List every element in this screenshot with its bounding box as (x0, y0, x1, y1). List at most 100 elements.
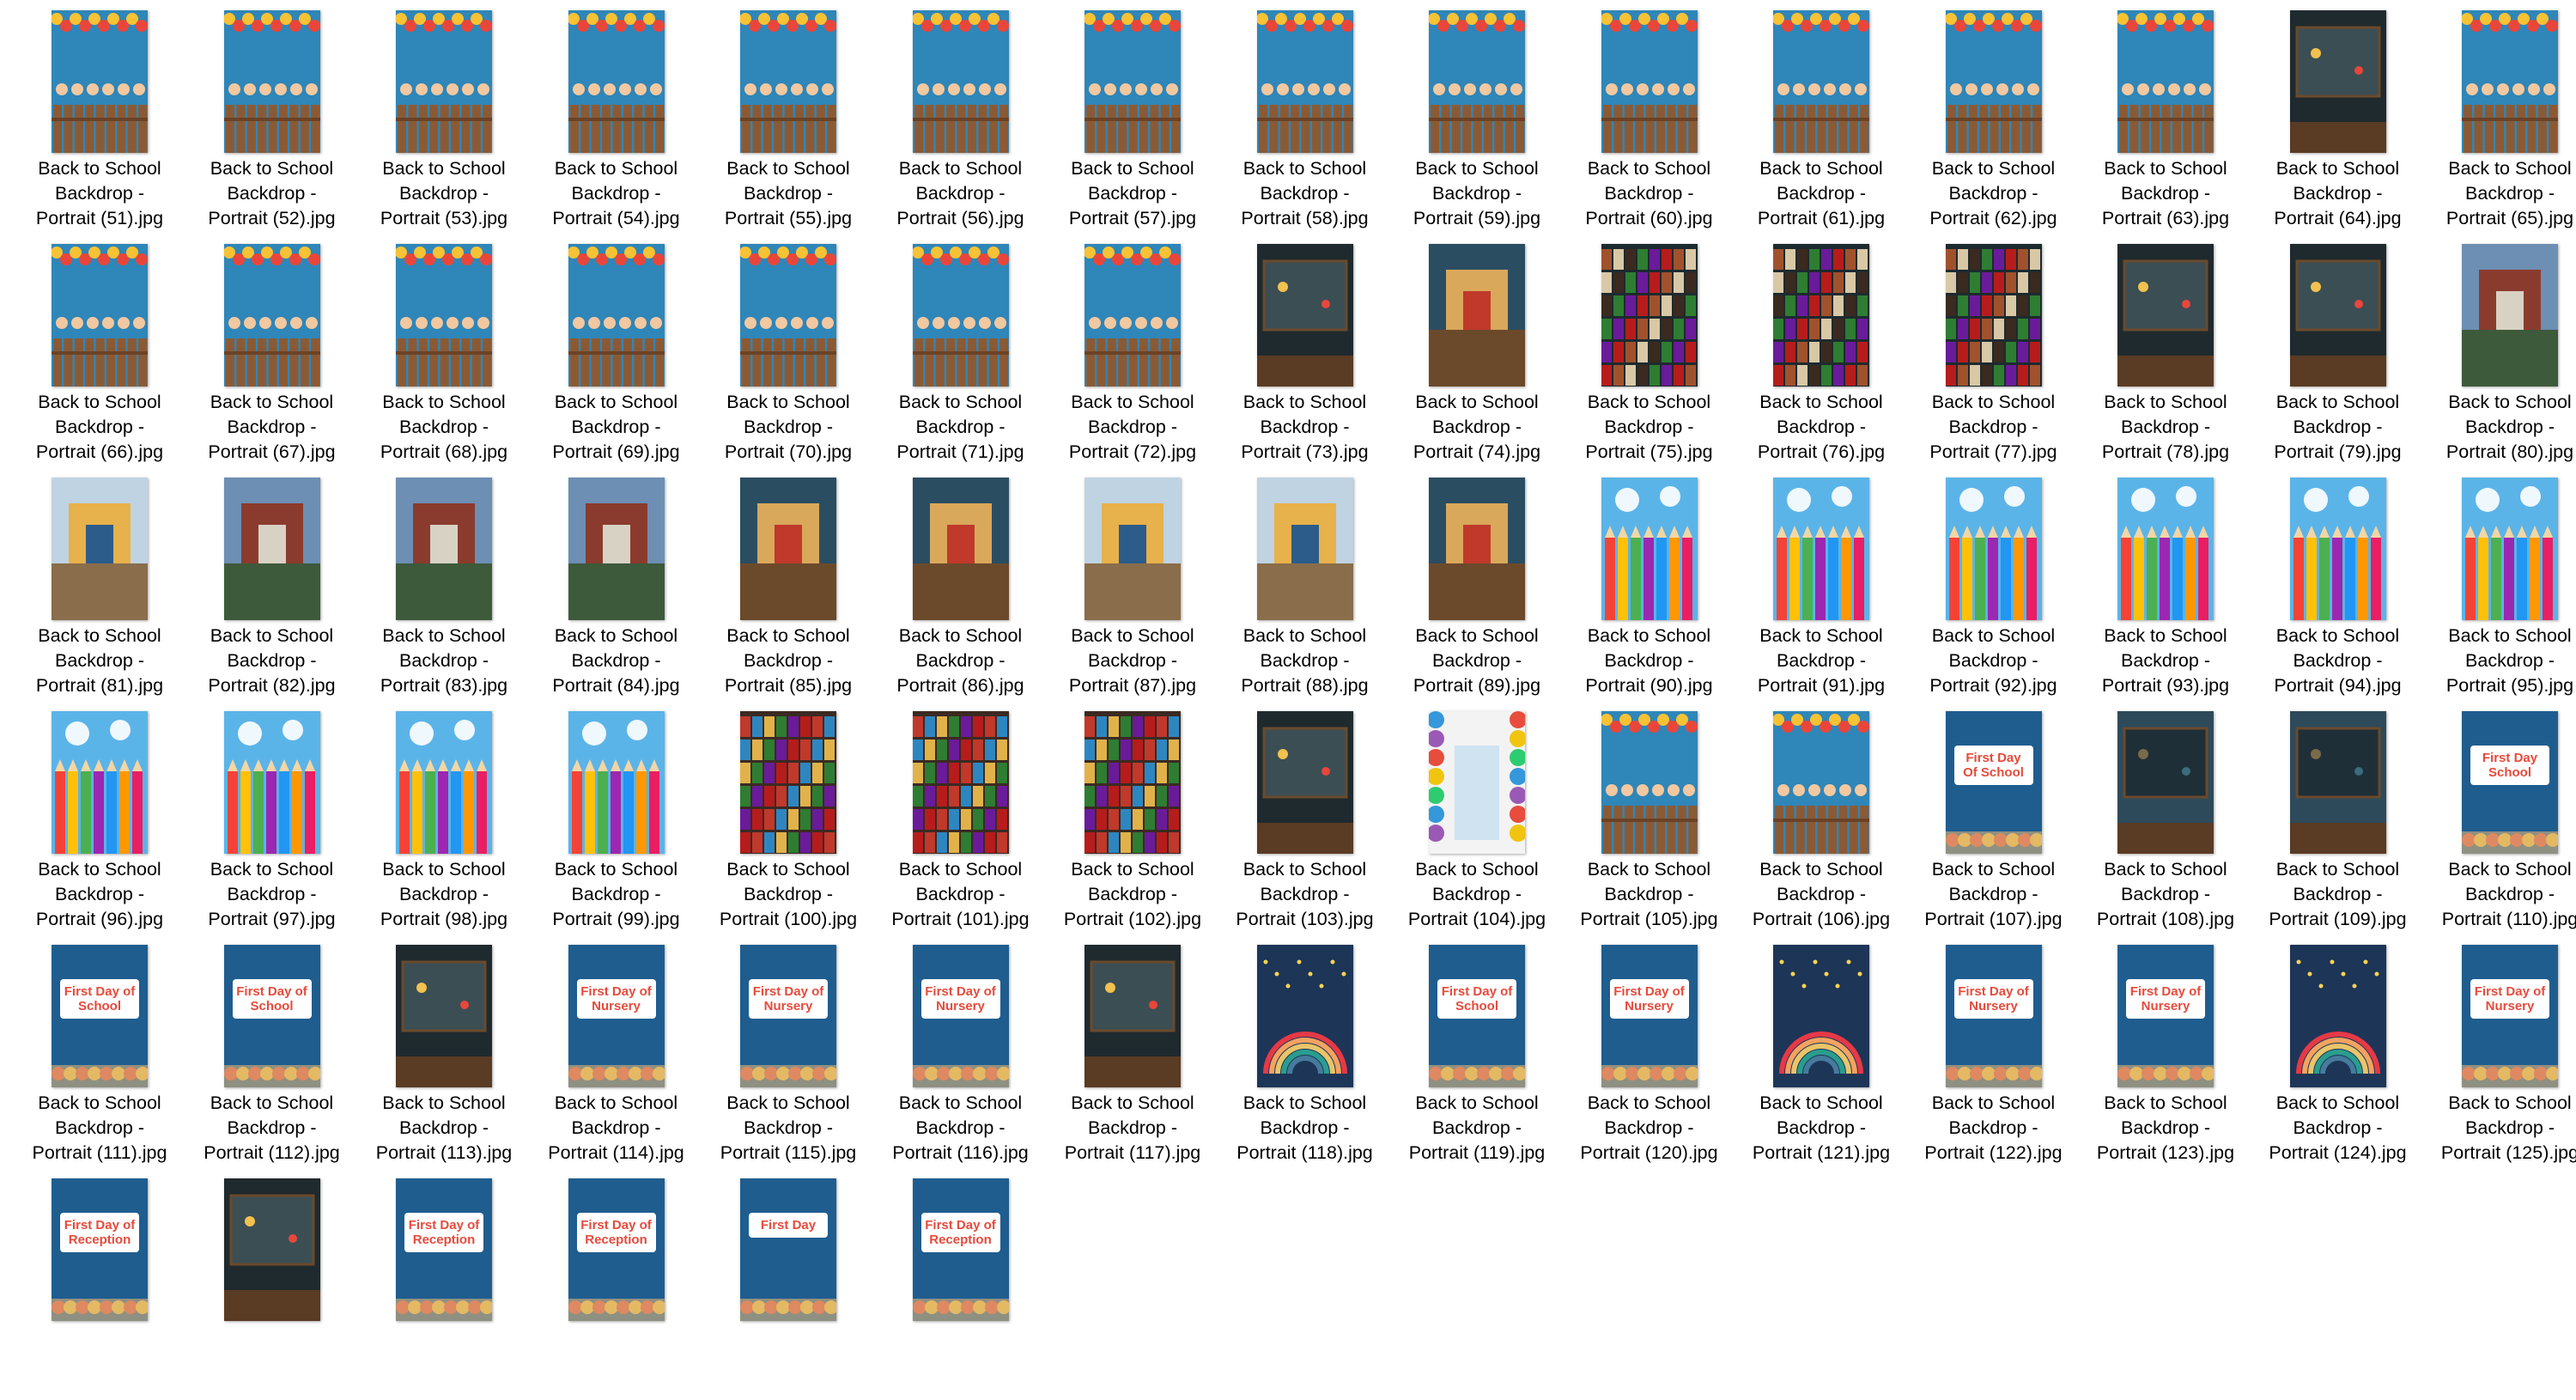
file-thumbnail[interactable] (396, 478, 492, 620)
file-item[interactable]: Back to School Backdrop - Portrait (82).… (186, 467, 358, 699)
file-item[interactable]: Back to School Backdrop - Portrait (79).… (2252, 234, 2424, 466)
file-thumbnail[interactable]: First Day of School (1429, 945, 1525, 1087)
file-thumbnail[interactable] (2289, 711, 2386, 854)
file-item[interactable]: Back to School Backdrop - Portrait (53).… (358, 0, 530, 232)
file-item[interactable]: Back to School Backdrop - Portrait (91).… (1735, 467, 1907, 699)
file-thumbnail[interactable] (1256, 478, 1353, 620)
file-thumbnail[interactable] (2289, 10, 2386, 153)
file-item[interactable]: Back to School Backdrop - Portrait (85).… (702, 467, 874, 699)
file-item[interactable]: Back to School Backdrop - Portrait (106)… (1735, 701, 1907, 933)
file-thumbnail[interactable] (740, 10, 836, 153)
file-item[interactable]: Back to School Backdrop - Portrait (69).… (531, 234, 702, 466)
file-item[interactable]: First Day of Nursery Back to School Backd… (1908, 934, 2080, 1166)
file-thumbnail[interactable]: First Day of Reception (52, 1178, 148, 1321)
file-item[interactable]: Back to School Backdrop - Portrait (104)… (1391, 701, 1563, 933)
file-thumbnail[interactable] (1773, 10, 1869, 153)
file-thumbnail[interactable] (2289, 945, 2386, 1087)
file-item[interactable]: Back to School Backdrop - Portrait (52).… (186, 0, 358, 232)
file-thumbnail[interactable] (740, 244, 836, 387)
file-item[interactable]: Back to School Backdrop - Portrait (75).… (1564, 234, 1735, 466)
file-item[interactable]: Back to School Backdrop - Portrait (51).… (14, 0, 185, 232)
file-item[interactable]: Back to School Backdrop - Portrait (97).… (186, 701, 358, 933)
file-item[interactable]: Back to School Backdrop - Portrait (101)… (875, 701, 1047, 933)
file-thumbnail[interactable] (912, 244, 1009, 387)
file-item[interactable]: Back to School Backdrop - Portrait (100)… (702, 701, 874, 933)
file-thumbnail[interactable]: First Day of Nursery (2462, 945, 2558, 1087)
file-thumbnail[interactable]: First Day of Nursery (2117, 945, 2214, 1087)
file-item[interactable]: Back to School Backdrop - Portrait (89).… (1391, 467, 1563, 699)
file-thumbnail[interactable] (912, 711, 1009, 854)
file-thumbnail[interactable] (1084, 711, 1181, 854)
file-thumbnail[interactable] (1945, 10, 2042, 153)
file-thumbnail[interactable] (2117, 711, 2214, 854)
file-item[interactable]: Back to School Backdrop - Portrait (109)… (2252, 701, 2424, 933)
file-thumbnail[interactable] (1601, 10, 1698, 153)
file-item[interactable]: First Day of School Back to School Backdr… (1391, 934, 1563, 1166)
file-item[interactable]: Back to School Backdrop - Portrait (105)… (1564, 701, 1735, 933)
file-thumbnail[interactable]: First Day of School (52, 945, 148, 1087)
file-item[interactable]: Back to School Backdrop - Portrait (74).… (1391, 234, 1563, 466)
file-item[interactable]: First Day of Reception (358, 1168, 530, 1400)
file-item[interactable]: Back to School Backdrop - Portrait (118)… (1219, 934, 1391, 1166)
file-item[interactable]: First Day of Reception (14, 1168, 185, 1400)
file-item[interactable]: First Day of Nursery Back to School Backd… (2424, 934, 2576, 1166)
file-thumbnail[interactable]: First Day of School (223, 945, 320, 1087)
file-thumbnail[interactable] (1256, 711, 1353, 854)
file-thumbnail[interactable] (1945, 478, 2042, 620)
file-item[interactable]: Back to School Backdrop - Portrait (103)… (1219, 701, 1391, 933)
file-item[interactable]: Back to School Backdrop - Portrait (60).… (1564, 0, 1735, 232)
file-item[interactable]: Back to School Backdrop - Portrait (67).… (186, 234, 358, 466)
file-item[interactable]: Back to School Backdrop - Portrait (72).… (1047, 234, 1218, 466)
file-thumbnail[interactable] (223, 711, 320, 854)
file-thumbnail[interactable] (2117, 478, 2214, 620)
file-item[interactable]: Back to School Backdrop - Portrait (64).… (2252, 0, 2424, 232)
file-thumbnail[interactable] (223, 1178, 320, 1321)
file-thumbnail[interactable] (1084, 10, 1181, 153)
file-item[interactable]: Back to School Backdrop - Portrait (87).… (1047, 467, 1218, 699)
file-thumbnail[interactable] (396, 244, 492, 387)
file-thumbnail[interactable]: First Day of Nursery (568, 945, 665, 1087)
file-thumbnail[interactable] (2462, 10, 2558, 153)
file-thumbnail[interactable]: First Day Of School (1945, 711, 2042, 854)
file-item[interactable]: First Day of Reception (875, 1168, 1047, 1400)
file-item[interactable]: Back to School Backdrop - Portrait (84).… (531, 467, 702, 699)
file-thumbnail[interactable]: First Day of Reception (912, 1178, 1009, 1321)
file-thumbnail[interactable] (1429, 711, 1525, 854)
file-thumbnail[interactable] (1429, 244, 1525, 387)
file-thumbnail[interactable] (568, 711, 665, 854)
file-thumbnail[interactable] (2117, 244, 2214, 387)
file-thumbnail[interactable] (1084, 945, 1181, 1087)
file-thumbnail[interactable] (2289, 478, 2386, 620)
file-item[interactable]: First Day of Nursery Back to School Backd… (702, 934, 874, 1166)
file-thumbnail[interactable] (1601, 478, 1698, 620)
file-item[interactable]: Back to School Backdrop - Portrait (54).… (531, 0, 702, 232)
file-item[interactable]: Back to School Backdrop - Portrait (98).… (358, 701, 530, 933)
file-thumbnail[interactable]: First Day School (2462, 711, 2558, 854)
file-thumbnail[interactable] (1256, 10, 1353, 153)
file-item[interactable]: Back to School Backdrop - Portrait (62).… (1908, 0, 2080, 232)
file-item[interactable]: Back to School Backdrop - Portrait (70).… (702, 234, 874, 466)
file-item[interactable]: Back to School Backdrop - Portrait (90).… (1564, 467, 1735, 699)
file-item[interactable]: First Day School Back to School Backdrop … (2424, 701, 2576, 933)
file-item[interactable] (186, 1168, 358, 1400)
file-item[interactable]: Back to School Backdrop - Portrait (65).… (2424, 0, 2576, 232)
file-thumbnail[interactable] (1256, 244, 1353, 387)
file-thumbnail[interactable]: First Day of Nursery (1601, 945, 1698, 1087)
file-thumbnail[interactable] (223, 10, 320, 153)
file-item[interactable]: Back to School Backdrop - Portrait (58).… (1219, 0, 1391, 232)
file-thumbnail[interactable] (1945, 244, 2042, 387)
file-item[interactable]: Back to School Backdrop - Portrait (57).… (1047, 0, 1218, 232)
file-item[interactable]: Back to School Backdrop - Portrait (95).… (2424, 467, 2576, 699)
file-item[interactable]: Back to School Backdrop - Portrait (99).… (531, 701, 702, 933)
file-thumbnail[interactable] (568, 478, 665, 620)
file-thumbnail[interactable] (1773, 711, 1869, 854)
file-thumbnail[interactable] (1429, 478, 1525, 620)
file-item[interactable]: First Day of Nursery Back to School Backd… (531, 934, 702, 1166)
file-thumbnail[interactable] (2462, 244, 2558, 387)
file-thumbnail[interactable] (1256, 945, 1353, 1087)
file-item[interactable]: Back to School Backdrop - Portrait (94).… (2252, 467, 2424, 699)
file-item[interactable]: Back to School Backdrop - Portrait (71).… (875, 234, 1047, 466)
file-thumbnail[interactable] (396, 10, 492, 153)
file-item[interactable]: Back to School Backdrop - Portrait (68).… (358, 234, 530, 466)
file-thumbnail[interactable] (1429, 10, 1525, 153)
